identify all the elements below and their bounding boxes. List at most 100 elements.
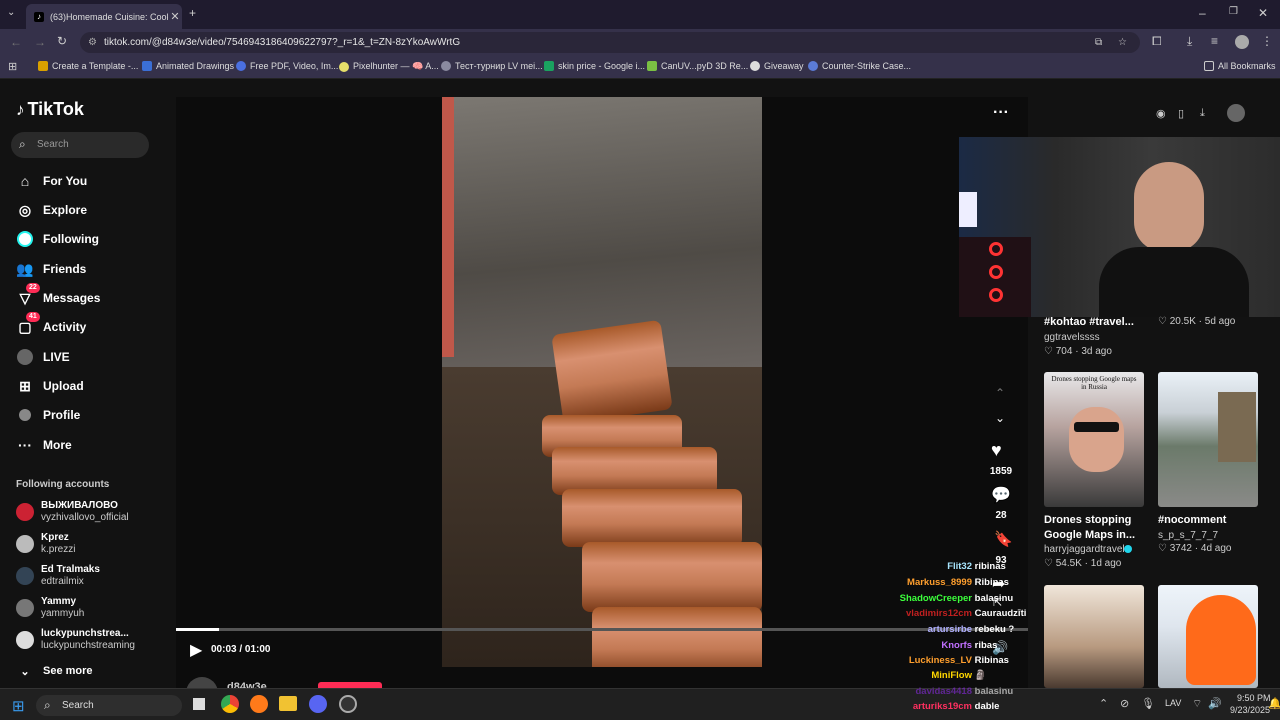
bookmark-item[interactable]: Create a Template -... — [38, 61, 138, 71]
following-account[interactable]: ВЫЖИВАЛОВО vyzhivallovo_official — [16, 500, 129, 524]
nav-more[interactable]: ··· More — [16, 436, 72, 454]
following-account[interactable]: luckypunchstrea... luckypunchstreaming — [16, 628, 135, 652]
bookmark-item[interactable]: Тест-турнир LV mei... — [441, 61, 543, 71]
video-frame-meat — [551, 319, 673, 425]
nav-friends[interactable]: 👥 Friends — [16, 260, 86, 278]
wifi-icon[interactable]: ⌔ — [1192, 697, 1202, 711]
app-icon[interactable] — [339, 695, 357, 713]
friends-icon: 👥 — [16, 260, 34, 277]
bookmark-star-icon[interactable]: ☆ — [1118, 32, 1127, 53]
video-card-stats: ♡ 54.5K · 1d ago — [1044, 558, 1122, 569]
video-card-author[interactable]: harryjaggardtravel — [1044, 544, 1125, 555]
chat-message: arturiks19cm dable — [880, 701, 1000, 712]
thumbnail-building-detail — [1218, 392, 1256, 462]
bookmark-item[interactable]: Free PDF, Video, Im... — [236, 61, 338, 71]
bookmark-item[interactable]: Giveaway — [750, 61, 804, 71]
nav-messages[interactable]: ▽ 22 Messages — [16, 283, 100, 307]
author-name[interactable]: d84w3e — [227, 681, 267, 688]
taskbar-search[interactable]: ⌕ Search — [36, 695, 182, 716]
windows-start-icon[interactable]: ⊞ — [12, 697, 25, 715]
video-card-thumbnail[interactable] — [1044, 585, 1144, 688]
downloads-icon[interactable]: ⤓ — [1187, 34, 1192, 49]
bookmark-item[interactable]: Counter-Strike Case... — [808, 61, 911, 71]
site-info-icon[interactable]: ⚙ — [88, 32, 97, 53]
download-icon[interactable]: ⤓ — [1200, 107, 1205, 120]
chat-text: dable — [974, 701, 1000, 712]
like-heart-icon[interactable]: ♥ — [991, 440, 1002, 461]
video-options-icon[interactable]: ··· — [993, 104, 1009, 122]
chrome-icon[interactable] — [221, 695, 239, 713]
next-video-icon[interactable]: ⌄ — [995, 411, 1005, 425]
nav-following[interactable]: Following — [16, 230, 99, 248]
following-accounts-header: Following accounts — [16, 479, 110, 490]
live-stream-icon[interactable]: ◉ — [1156, 107, 1166, 120]
new-tab-icon[interactable]: + — [189, 6, 196, 20]
search-input[interactable]: ⌕ Search — [11, 132, 149, 158]
nav-upload[interactable]: ⊞ Upload — [16, 377, 84, 395]
following-account[interactable]: Kprez k.prezzi — [16, 532, 75, 556]
url-field[interactable]: ⚙ tiktok.com/@d84w3e/video/7546943186409… — [80, 32, 1140, 53]
url-text: tiktok.com/@d84w3e/video/754694318640962… — [104, 37, 461, 48]
user-avatar[interactable] — [1227, 104, 1245, 122]
video-card-title[interactable]: #kohtao #travel... — [1044, 316, 1134, 328]
all-bookmarks[interactable]: All Bookmarks — [1204, 61, 1276, 71]
mobile-icon[interactable]: ▯ — [1178, 107, 1184, 120]
task-view-icon[interactable] — [193, 698, 205, 710]
profile-avatar-icon[interactable] — [1235, 35, 1249, 49]
video-card-author[interactable]: ggtravelssss — [1044, 332, 1100, 343]
nav-profile[interactable]: Profile — [16, 406, 80, 424]
previous-video-icon[interactable]: ⌃ — [995, 386, 1005, 400]
tab-search-icon[interactable]: ⌄ — [7, 7, 15, 18]
browser-menu-icon[interactable]: ⋮ — [1261, 34, 1273, 48]
tiktok-logo[interactable]: ♪ TikTok — [16, 99, 84, 120]
video-card-title-line2[interactable]: Google Maps in... — [1044, 529, 1135, 541]
back-icon[interactable]: ← — [10, 35, 22, 49]
install-app-icon[interactable]: ⧉ — [1095, 32, 1102, 53]
keyboard-language[interactable]: LAV — [1165, 698, 1181, 708]
video-card-author[interactable]: s_p_s_7_7_7 — [1158, 530, 1218, 541]
thumbnail-sunglasses-detail — [1074, 422, 1119, 432]
browser-tab[interactable]: ♪ (63)Homemade Cuisine: Cookin ✕ — [26, 4, 182, 29]
following-account[interactable]: Ed Tralmaks edtrailmix — [16, 564, 100, 588]
apps-grid-icon[interactable]: ⊞ — [8, 60, 17, 73]
bookmark-item[interactable]: Pixelhunter — 🧠 A... — [339, 61, 439, 72]
sidebar: ♪ TikTok ⌕ Search ⌂ For You ◎ Explore Foll… — [0, 80, 176, 688]
forward-icon[interactable]: → — [34, 35, 46, 49]
maximize-icon[interactable]: ❐ — [1229, 6, 1238, 17]
video-card-title[interactable]: Drones stopping — [1044, 514, 1131, 526]
nav-live[interactable]: LIVE — [16, 348, 70, 366]
firefox-icon[interactable] — [250, 695, 268, 713]
reload-icon[interactable]: ↻ — [57, 34, 67, 48]
file-explorer-icon[interactable] — [279, 696, 297, 711]
network-off-icon[interactable]: ⊘ — [1120, 697, 1129, 710]
nav-for-you[interactable]: ⌂ For You — [16, 172, 87, 190]
video-player[interactable] — [442, 97, 762, 667]
notifications-icon[interactable]: 🔔 — [1268, 697, 1280, 710]
video-card-title[interactable]: #nocomment — [1158, 514, 1226, 526]
bookmark-icon[interactable]: 🔖 — [994, 530, 1013, 548]
bookmark-item[interactable]: skin price - Google i... — [544, 61, 645, 71]
discord-icon[interactable] — [309, 695, 327, 713]
play-icon[interactable]: ▶ — [190, 640, 202, 660]
tab-search-list-icon[interactable]: ≡ — [1211, 34, 1218, 48]
avatar — [16, 631, 34, 649]
comment-icon[interactable]: 💬 — [991, 485, 1011, 505]
video-card-thumbnail[interactable]: Drones stopping Google maps in Russia — [1044, 372, 1144, 507]
bookmark-item[interactable]: CanUV...pyD 3D Re... — [647, 61, 748, 71]
nav-explore[interactable]: ◎ Explore — [16, 201, 87, 219]
video-card-thumbnail[interactable] — [1158, 585, 1258, 688]
following-account[interactable]: Yammy yammyuh — [16, 596, 84, 620]
bookmark-item[interactable]: Animated Drawings — [142, 61, 234, 71]
see-more-button[interactable]: ⌄ See more — [16, 662, 92, 680]
tray-chevron-icon[interactable]: ⌃ — [1099, 697, 1108, 710]
minimize-icon[interactable]: – — [1199, 6, 1206, 20]
extensions-icon[interactable]: ⧠ — [1152, 34, 1162, 49]
nav-activity[interactable]: ▢ 41 Activity — [16, 312, 86, 336]
speaker-icon[interactable]: 🔊 — [1208, 697, 1222, 710]
microphone-icon[interactable]: 🎙 — [1141, 697, 1155, 710]
video-card-thumbnail[interactable] — [1158, 372, 1258, 507]
close-tab-icon[interactable]: ✕ — [168, 10, 182, 23]
clock-time[interactable]: 9:50 PM — [1237, 693, 1271, 703]
close-window-icon[interactable]: ✕ — [1258, 6, 1268, 20]
clock-date[interactable]: 9/23/2025 — [1230, 705, 1270, 715]
